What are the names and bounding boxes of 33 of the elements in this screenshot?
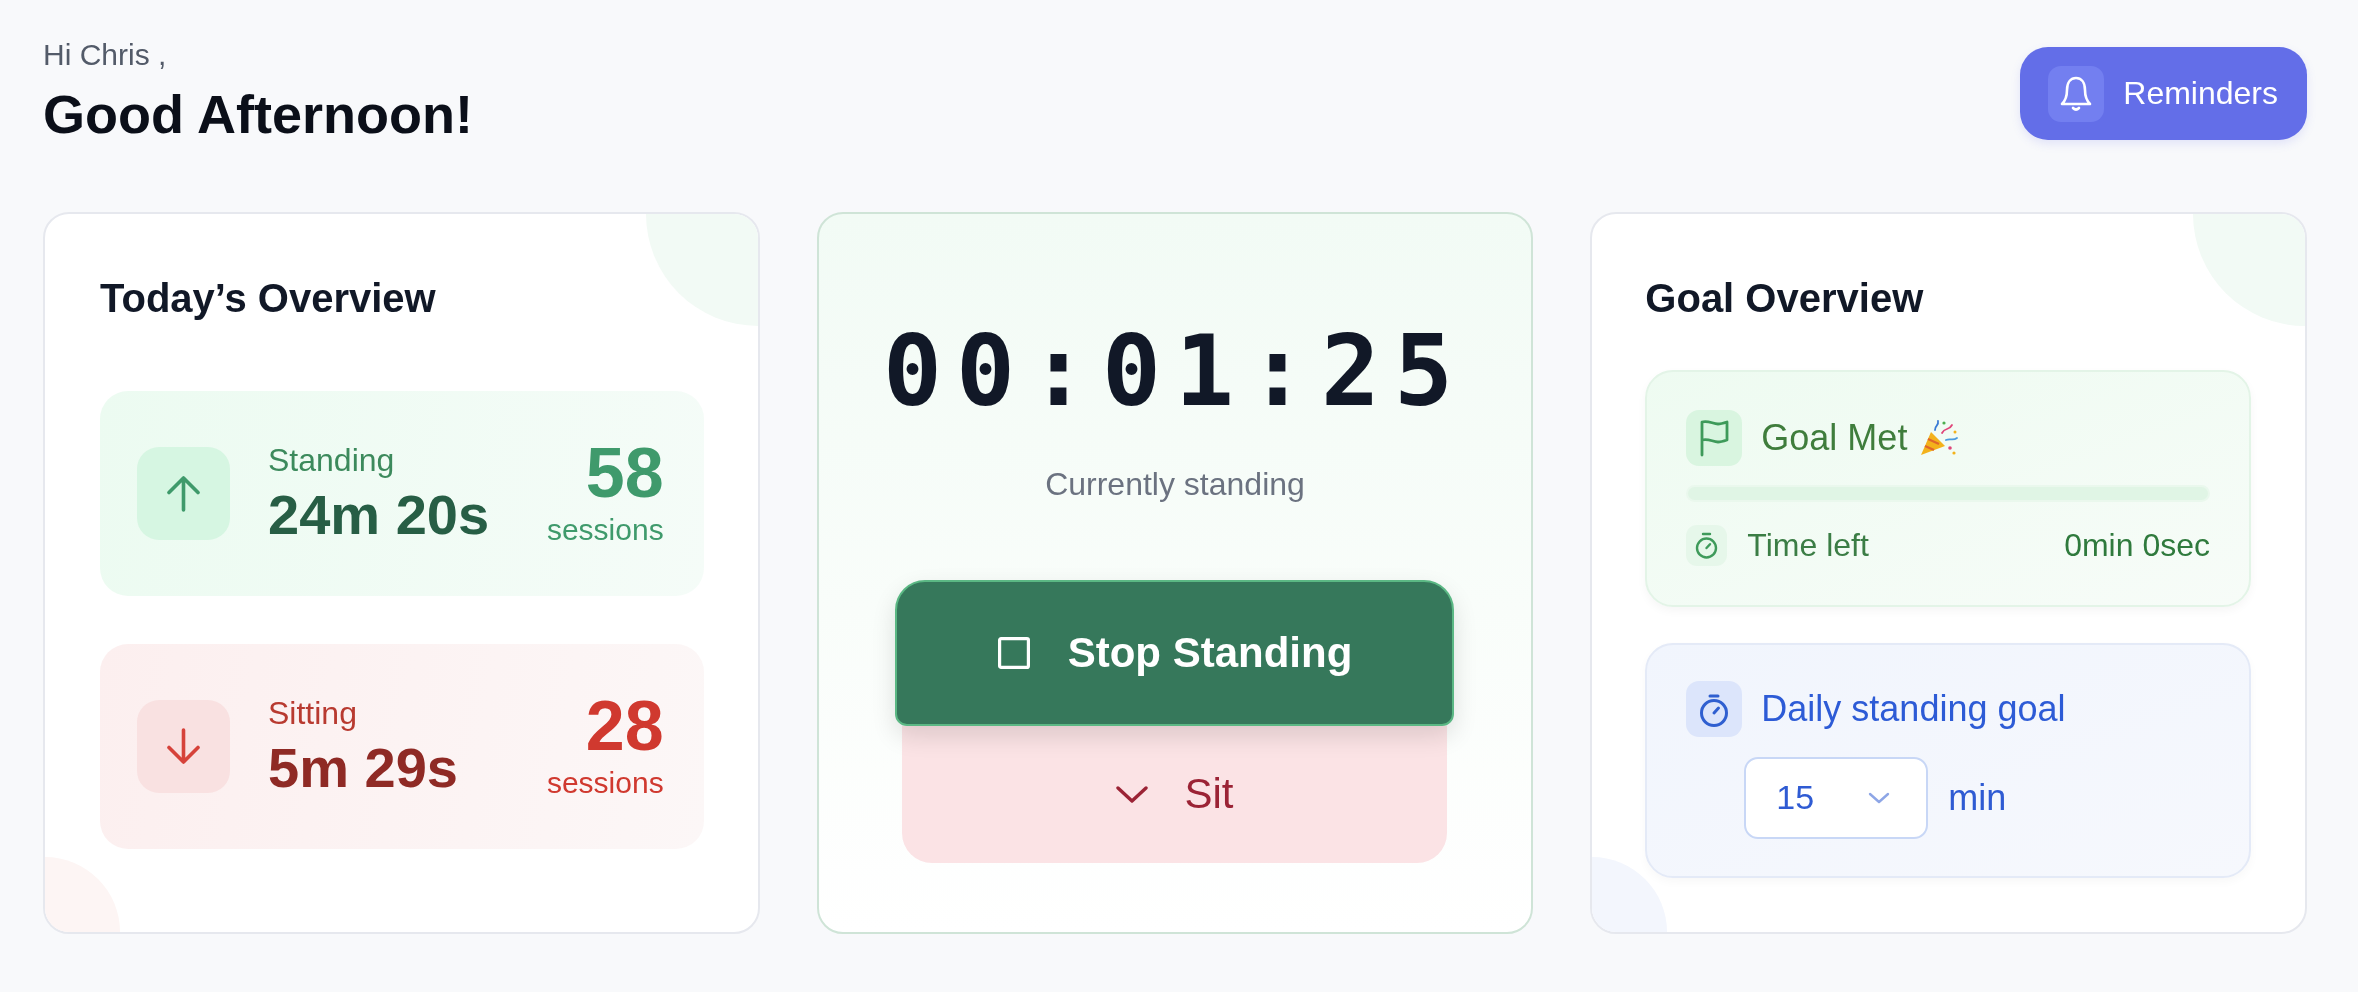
page-title: Good Afternoon!	[43, 83, 473, 146]
chevron-down-icon	[1116, 785, 1149, 803]
session-count: 28	[585, 691, 664, 762]
bell-icon	[2048, 65, 2105, 122]
reminders-button[interactable]: Reminders	[2020, 47, 2307, 141]
time-left-label: Time left	[1747, 526, 1869, 564]
party-popper-icon	[1918, 418, 1959, 457]
arrow-down-icon	[137, 699, 230, 793]
stopwatch-icon	[1686, 680, 1743, 737]
stat-label: Sitting	[268, 694, 357, 733]
arrow-up-icon	[137, 446, 230, 540]
square-icon	[997, 636, 1030, 669]
timer-status: Currently standing	[1045, 465, 1305, 504]
minutes-unit: min	[1948, 776, 2007, 819]
goal-minutes-select[interactable]: 15	[1744, 756, 1929, 839]
session-count: 58	[585, 438, 664, 509]
stat-duration: 5m 29s	[268, 736, 458, 799]
daily-goal-label: Daily standing goal	[1761, 687, 2066, 730]
time-left-value: 0min 0sec	[2064, 526, 2210, 564]
goal-status-text: Goal Met	[1761, 416, 1908, 459]
stopwatch-icon	[1686, 524, 1728, 566]
sessions-label: sessions	[546, 765, 664, 802]
stat-duration: 24m 20s	[268, 483, 490, 546]
stat-label: Standing	[268, 441, 395, 480]
timer-display: 00:01:25	[883, 312, 1467, 430]
card-title: Today’s Overview	[100, 274, 436, 322]
flag-icon	[1686, 409, 1743, 466]
sessions-label: sessions	[546, 512, 664, 549]
card-title: Goal Overview	[1645, 274, 1924, 322]
chevron-down-icon	[1868, 791, 1891, 804]
sit-button[interactable]: Sit	[902, 725, 1448, 863]
greeting-text: Hi Chris ,	[43, 37, 167, 73]
stop-standing-button[interactable]: Stop Standing	[895, 579, 1455, 726]
